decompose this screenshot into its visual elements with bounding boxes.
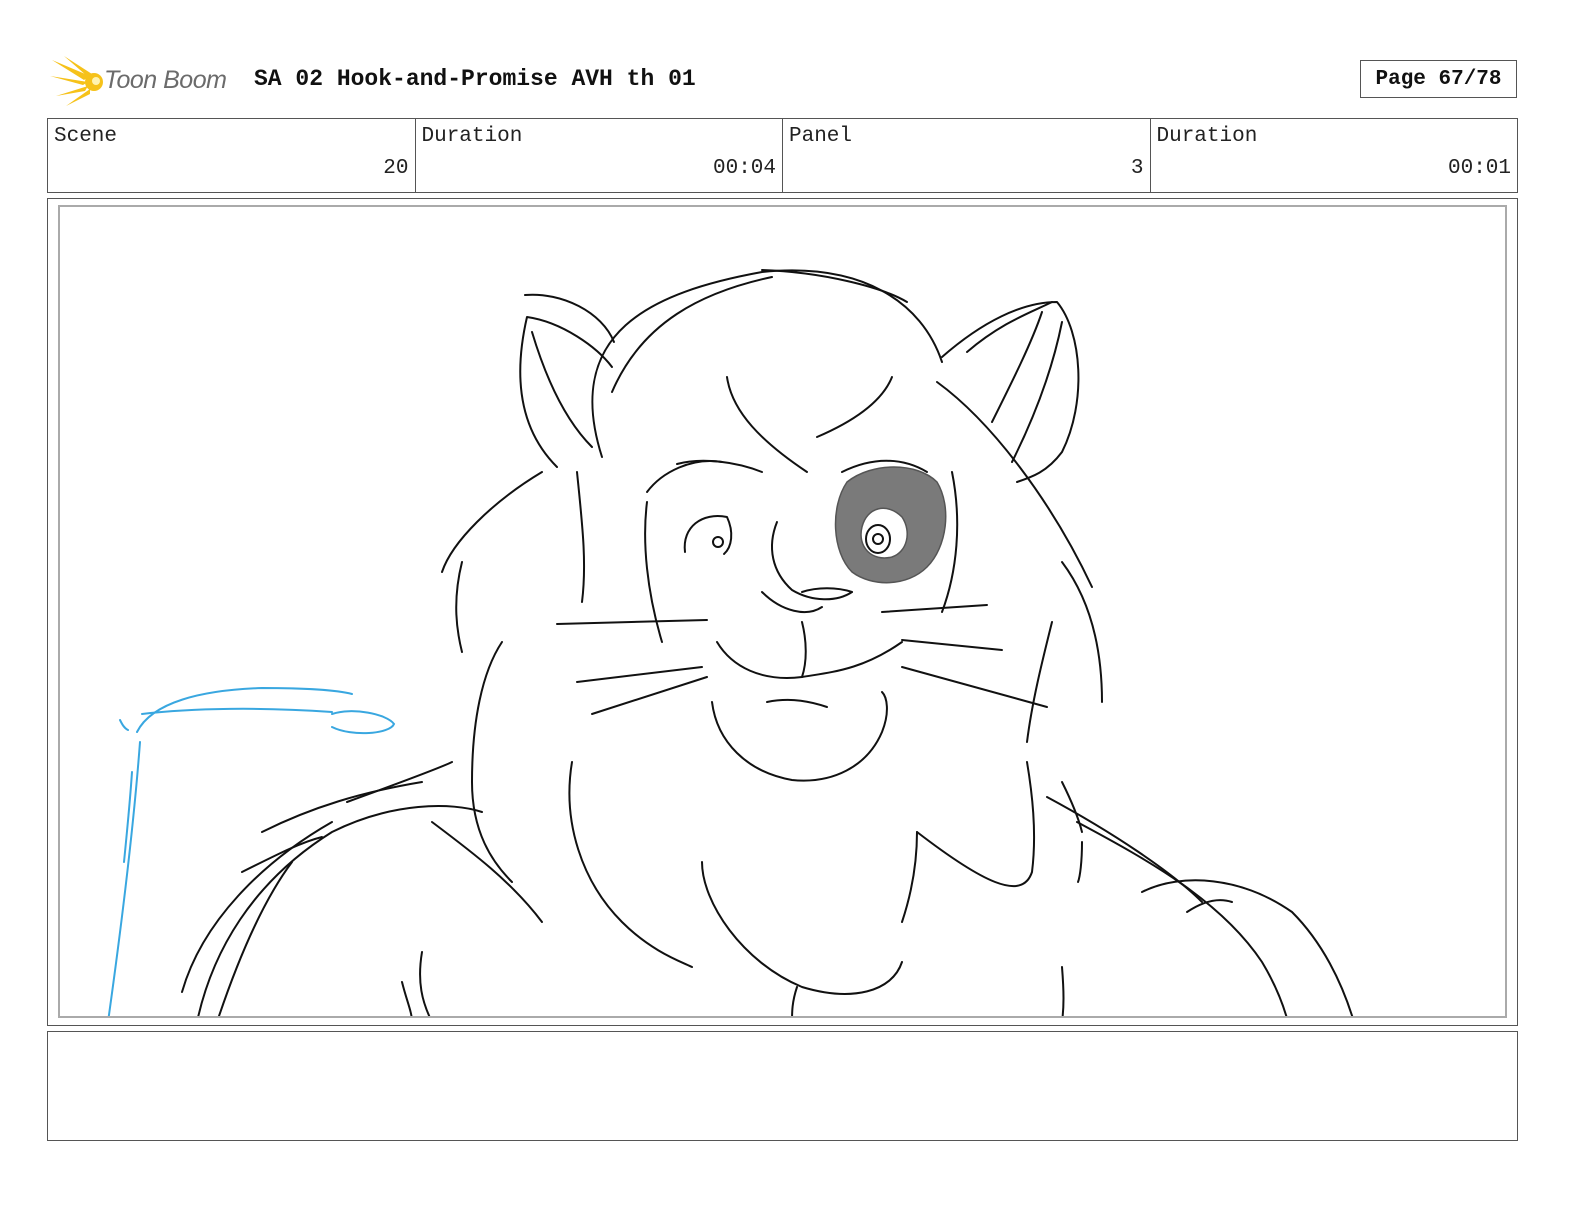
panel-label: Panel [789,125,853,148]
panel-notes-box [47,1031,1518,1141]
scene-duration-value: 00:04 [712,157,776,180]
panel-value: 3 [1130,157,1144,180]
scene-duration-label: Duration [421,125,523,148]
document-title: SA 02 Hook-and-Promise AVH th 01 [254,66,696,92]
panel-duration-cell: Duration 00:01 [1151,119,1518,192]
scene-value: 20 [383,157,409,180]
scene-cell: Scene 20 [48,119,416,192]
panel-duration-value: 00:01 [1447,157,1511,180]
logo-text: Toon Boom [104,66,227,94]
scene-info-row: Scene 20 Duration 00:04 Panel 3 Duration… [47,118,1518,193]
lion-sketch-image [107,269,1354,1016]
storyboard-panel-drawing [58,205,1507,1018]
panel-cell: Panel 3 [783,119,1151,192]
page-indicator: Page 67/78 [1360,60,1517,98]
panel-duration-label: Duration [1156,125,1258,148]
scene-label: Scene [54,125,118,148]
scene-duration-cell: Duration 00:04 [416,119,783,192]
